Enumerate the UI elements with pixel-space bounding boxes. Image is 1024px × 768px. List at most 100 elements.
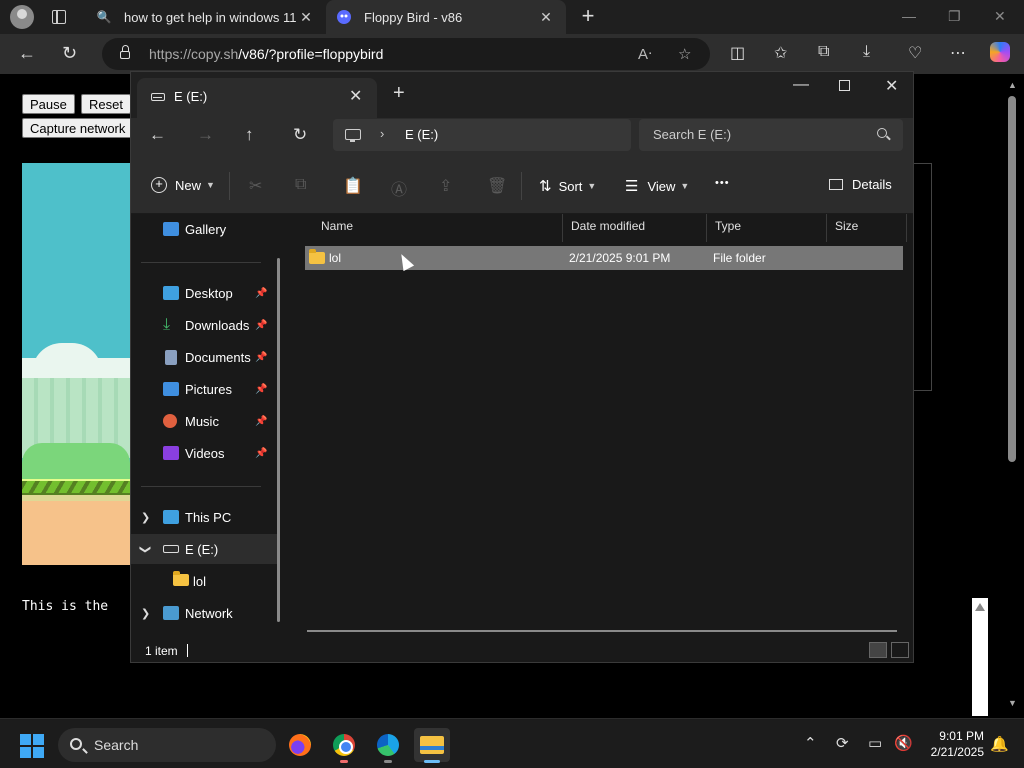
paste-icon[interactable]: 📋 — [343, 176, 363, 196]
capture-network-button[interactable]: Capture network — [22, 118, 134, 138]
sort-button[interactable]: ⇅ Sort ▼ — [539, 177, 596, 195]
chevron-right-icon[interactable]: ❯ — [141, 511, 150, 524]
copy-icon[interactable]: ⧉ — [295, 176, 306, 194]
breadcrumb[interactable]: › E (E:) — [333, 119, 631, 151]
minimize-icon[interactable]: — — [902, 8, 916, 24]
sidebar-item-network[interactable]: ❯ Network — [131, 598, 279, 628]
favorite-star-icon[interactable]: ☆ — [678, 45, 691, 63]
chevron-down-icon[interactable]: ❯ — [139, 544, 152, 553]
horizontal-scrollbar[interactable] — [307, 630, 897, 632]
notification-bell-icon[interactable]: 🔔 — [990, 735, 1009, 753]
sidebar-scrollbar[interactable] — [277, 258, 280, 622]
forward-icon[interactable]: → — [197, 125, 214, 145]
lock-icon[interactable] — [120, 45, 130, 59]
restore-icon[interactable]: ❐ — [948, 8, 961, 25]
system-clock[interactable]: 9:01 PM 2/21/2025 — [920, 728, 984, 760]
rename-icon[interactable]: Ⓐ — [391, 176, 407, 200]
explorer-new-tab-button[interactable]: + — [393, 82, 405, 105]
sync-icon[interactable]: ⟳ — [836, 734, 849, 752]
back-icon[interactable]: ← — [18, 43, 36, 64]
floppy-bird-game-screen[interactable] — [22, 163, 130, 565]
monitor-icon[interactable]: ▭ — [868, 734, 882, 752]
reset-button[interactable]: Reset — [81, 94, 131, 114]
collections-icon[interactable]: ⧉ — [818, 43, 829, 61]
maximize-icon[interactable] — [839, 80, 850, 91]
split-screen-icon[interactable]: ◫ — [730, 43, 745, 63]
details-button[interactable]: Details — [829, 177, 892, 192]
scroll-up-icon[interactable]: ▲ — [1008, 80, 1017, 90]
taskbar-search[interactable]: Search — [58, 728, 276, 762]
tab-floppy-bird[interactable]: Floppy Bird - v86 ✕ — [326, 0, 566, 34]
sidebar-item-gallery[interactable]: Gallery — [131, 214, 279, 244]
explorer-tab-e-drive[interactable]: E (E:) ✕ — [137, 78, 377, 118]
sidebar-item-videos[interactable]: Videos 📌 — [131, 438, 279, 468]
pin-icon[interactable]: 📌 — [255, 384, 267, 395]
chevron-right-icon[interactable]: ❯ — [141, 607, 150, 620]
profile-avatar[interactable] — [10, 5, 34, 29]
see-more-button[interactable]: ••• — [715, 177, 730, 189]
volume-muted-icon[interactable]: 🔇 — [894, 734, 913, 752]
close-icon[interactable]: ✕ — [296, 9, 316, 26]
chevron-right-icon[interactable]: › — [380, 126, 384, 141]
view-button[interactable]: ☰ View ▼ — [625, 177, 689, 195]
sidebar-item-pictures[interactable]: Pictures 📌 — [131, 374, 279, 404]
close-window-icon[interactable]: ✕ — [994, 8, 1006, 25]
taskbar-app-chrome[interactable] — [326, 728, 362, 763]
close-icon[interactable]: ✕ — [349, 86, 362, 106]
sidebar-item-this-pc[interactable]: ❯ This PC — [131, 502, 279, 532]
scrollbar-thumb[interactable] — [1008, 96, 1016, 462]
terminal-scrollbar[interactable] — [972, 598, 988, 716]
column-header-name[interactable]: Name — [313, 214, 563, 242]
reload-icon[interactable]: ↻ — [62, 43, 77, 64]
sidebar-item-lol-folder[interactable]: lol — [131, 566, 279, 596]
page-scrollbar[interactable]: ▲ ▼ — [1004, 74, 1020, 718]
chevron-up-icon[interactable]: ⌃ — [804, 734, 817, 752]
sidebar-item-e-drive[interactable]: ❯ E (E:) — [131, 534, 279, 564]
new-tab-button[interactable]: + — [576, 3, 600, 31]
tab-windows-help[interactable]: 🔍 how to get help in windows 11 - ✕ — [86, 0, 326, 34]
taskbar-app-edge[interactable] — [370, 728, 406, 763]
pin-icon[interactable]: 📌 — [255, 320, 267, 331]
column-header-date-modified[interactable]: Date modified — [563, 214, 707, 242]
address-bar[interactable]: https://copy.sh/v86/?profile=floppybird … — [102, 38, 710, 70]
close-icon[interactable]: ✕ — [536, 9, 556, 26]
cut-icon[interactable]: ✂ — [249, 176, 262, 196]
taskbar-app-firefox[interactable] — [282, 728, 318, 762]
delete-icon[interactable]: 🗑 — [487, 176, 507, 196]
column-header-size[interactable]: Size — [827, 214, 907, 242]
share-icon[interactable]: ⇪ — [439, 176, 452, 196]
pin-icon[interactable]: 📌 — [255, 448, 267, 459]
taskbar-app-file-explorer[interactable] — [414, 728, 450, 763]
this-pc-icon[interactable] — [345, 129, 361, 142]
pin-icon[interactable]: 📌 — [255, 352, 267, 363]
up-icon[interactable]: ↑ — [245, 125, 254, 145]
browser-essentials-icon[interactable]: ♡ — [908, 43, 922, 63]
sidebar-item-downloads[interactable]: ⤓ Downloads 📌 — [131, 310, 279, 340]
back-icon[interactable]: ← — [149, 125, 166, 145]
new-button[interactable]: + New ▼ — [151, 177, 215, 193]
sidebar-item-desktop[interactable]: Desktop 📌 — [131, 278, 279, 308]
file-name[interactable]: lol — [329, 251, 341, 265]
read-aloud-icon[interactable]: Aᐧ — [638, 45, 652, 63]
tab-actions-icon[interactable] — [52, 10, 66, 24]
scroll-down-icon[interactable]: ▼ — [1008, 698, 1017, 708]
details-view-icon[interactable] — [869, 642, 887, 658]
breadcrumb-location[interactable]: E (E:) — [405, 127, 438, 142]
sidebar-item-documents[interactable]: Documents 📌 — [131, 342, 279, 372]
column-header-type[interactable]: Type — [707, 214, 827, 242]
copilot-icon[interactable] — [990, 42, 1010, 62]
pause-button[interactable]: Pause — [22, 94, 75, 114]
sidebar-item-music[interactable]: Music 📌 — [131, 406, 279, 436]
refresh-icon[interactable]: ↻ — [293, 125, 307, 145]
search-input[interactable]: Search E (E:) — [639, 119, 903, 151]
table-row[interactable]: lol 2/21/2025 9:01 PM File folder — [305, 246, 903, 270]
more-menu-icon[interactable]: ⋯ — [950, 43, 966, 63]
pin-icon[interactable]: 📌 — [255, 416, 267, 427]
pin-icon[interactable]: 📌 — [255, 288, 267, 299]
start-button[interactable] — [20, 734, 44, 758]
favorites-icon[interactable]: ✩ — [774, 43, 787, 63]
download-icon[interactable]: ⤓ — [863, 43, 870, 61]
minimize-icon[interactable]: — — [793, 76, 809, 94]
close-window-icon[interactable]: ✕ — [885, 76, 898, 96]
large-icons-view-icon[interactable] — [891, 642, 909, 658]
